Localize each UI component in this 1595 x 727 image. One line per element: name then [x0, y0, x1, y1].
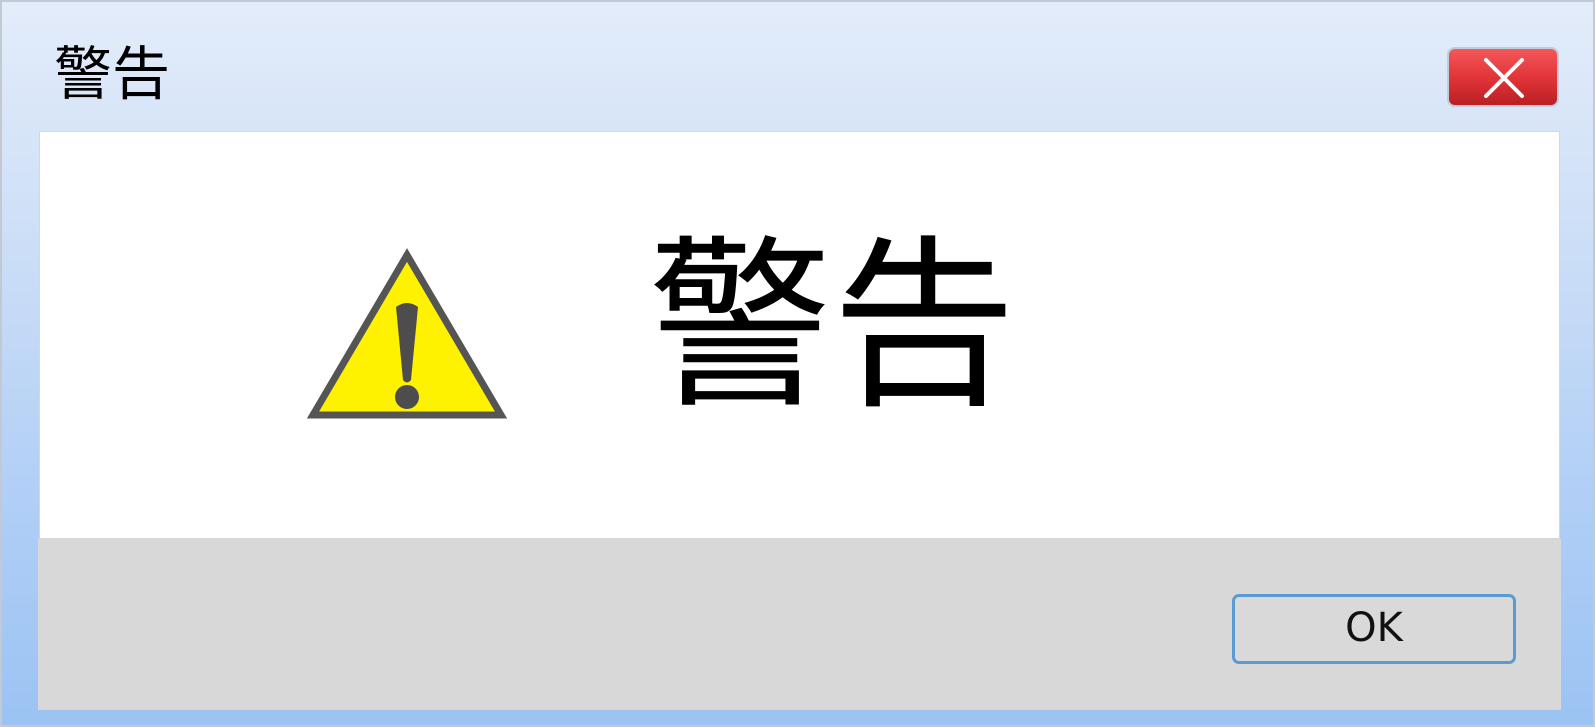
- dialog-window: 警告 警告 OK: [0, 0, 1595, 727]
- close-x-icon: [1484, 58, 1524, 98]
- warning-triangle-icon: [307, 248, 507, 419]
- ok-button[interactable]: OK: [1232, 594, 1516, 664]
- close-button[interactable]: [1447, 47, 1559, 107]
- window-title: 警告: [54, 40, 171, 108]
- dialog-message: 警告: [648, 220, 1017, 434]
